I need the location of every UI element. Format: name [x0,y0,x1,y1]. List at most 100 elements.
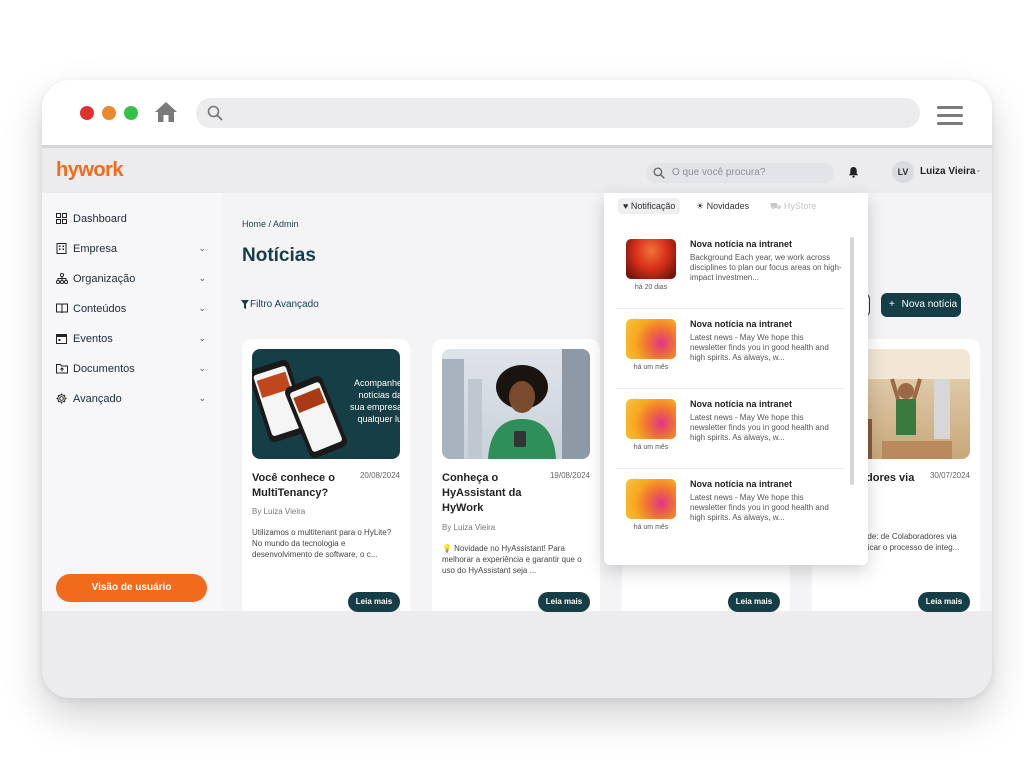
notification-title: Nova notícia na intranet [690,399,793,409]
read-more-button[interactable]: Leia mais [538,592,590,612]
news-card-date: 20/08/2024 [359,471,400,480]
sidebar-item-empresa[interactable]: Empresa ⌄ [56,241,208,259]
notification-text: Latest news - May We hope this newslette… [690,493,829,522]
sidebar-item-avancado[interactable]: Avançado ⌄ [56,391,208,409]
logo: hywork [56,159,124,181]
read-more-button[interactable]: Leia mais [728,592,780,612]
dashboard-icon [56,213,67,224]
app-window: hywork O que você procura? LV Luiza Viei… [42,151,992,612]
notification-scrollbar[interactable] [850,237,854,485]
notification-tabs: ♥ Notificação ☀ Novidades ⛟ HyStore [604,193,868,225]
chevron-down-icon: ⌄ [198,333,206,343]
sidebar-item-label: Avançado [73,393,122,405]
news-card-date: 30/07/2024 [929,471,970,480]
gear-icon [56,393,67,404]
app-header: hywork O que você procura? LV Luiza Viei… [42,151,992,193]
sidebar-item-label: Conteúdos [73,303,127,315]
home-icon[interactable] [154,100,178,124]
user-name[interactable]: Luiza Vieira [920,166,975,177]
chevron-down-icon: ⌄ [198,363,206,373]
notification-text: Background Each year, we work across dis… [690,253,842,282]
chevron-down-icon: ⌄ [198,273,206,283]
read-more-button[interactable]: Leia mais [348,592,400,612]
advanced-filter-button[interactable]: Filtro Avançado [241,299,319,310]
browser-window: hywork O que você procura? LV Luiza Viei… [42,80,992,698]
sidebar-item-conteudos[interactable]: Conteúdos ⌄ [56,301,208,319]
filter-icon [241,300,249,309]
building-icon [56,243,67,254]
menu-icon[interactable] [937,106,963,125]
sidebar-item-organizacao[interactable]: Organização ⌄ [56,271,208,289]
chevron-down-icon: ⌄ [198,243,206,253]
sidebar-item-dashboard[interactable]: Dashboard [56,211,208,229]
news-card-author: By Luiza Vieira [442,523,496,532]
news-card-image [442,349,590,459]
woman-with-phone-photo [442,349,590,459]
tab-label: HyStore [783,201,817,211]
tab-label: Novidades [706,201,750,211]
new-news-button[interactable]: + Nova notícia [881,293,961,317]
sidebar-item-label: Dashboard [73,213,127,225]
search-icon [207,105,223,121]
plus-icon: + [889,299,895,310]
news-card[interactable]: Acompanhe notícias da sua empresa qualqu… [242,339,410,612]
notification-dropdown: ♥ Notificação ☀ Novidades ⛟ HyStore há 2… [604,193,868,565]
tab-notificacao[interactable]: ♥ Notificação [618,198,681,214]
tab-novidades[interactable]: ☀ Novidades [696,201,749,217]
notification-thumbnail [626,319,676,359]
cart-icon: ⛟ [770,201,782,211]
book-icon [56,303,68,314]
maximize-window-button[interactable] [124,106,138,120]
search-placeholder: O que você procura? [672,167,766,178]
notification-thumbnail [626,239,676,279]
notification-thumbnail [626,399,676,439]
avatar[interactable]: LV [892,161,914,183]
sidebar-item-label: Organização [73,273,136,285]
notification-time: há um mês [633,524,669,531]
address-bar[interactable] [196,98,920,128]
chevron-down-icon: ⌄ [198,393,206,403]
notification-time: há um mês [633,444,669,451]
notification-item[interactable]: há um mês Nova notícia na intranet Lates… [616,473,844,549]
calendar-icon [56,334,67,344]
bell-icon[interactable] [848,166,859,178]
sidebar-item-label: Documentos [73,363,135,375]
heart-icon: ♥ [623,201,629,211]
tab-hystore[interactable]: ⛟ HyStore [770,201,816,217]
close-window-button[interactable] [80,106,94,120]
news-card-author: By Luiza Vieira [252,507,306,516]
notification-time: há 20 dias [634,284,668,291]
tab-label: Notificação [630,201,676,211]
browser-chrome [42,80,992,148]
chevron-down-icon[interactable]: ⌄ [975,165,982,174]
sidebar-item-documentos[interactable]: Documentos ⌄ [56,361,208,379]
sidebar-item-eventos[interactable]: Eventos ⌄ [56,331,208,349]
folder-icon [56,364,68,374]
read-more-button[interactable]: Leia mais [918,592,970,612]
news-card[interactable]: Conheça o HyAssistant da HyWork 19/08/20… [432,339,600,612]
notification-thumbnail [626,479,676,519]
lightbulb-icon: ☀ [696,201,705,211]
notification-text: Latest news - May We hope this newslette… [690,413,829,442]
news-card-title: Você conhece o MultiTenancy? [252,472,335,499]
notification-text: Latest news - May We hope this newslette… [690,333,829,362]
notification-time: há um mês [633,364,669,371]
notification-item[interactable]: há um mês Nova notícia na intranet Lates… [616,313,844,389]
new-news-label: Nova notícia [901,299,958,310]
notification-title: Nova notícia na intranet [690,239,793,249]
news-card-date: 19/08/2024 [549,471,590,480]
notification-title: Nova notícia na intranet [690,479,793,489]
sidebar: Dashboard Empresa ⌄ Organização ⌄ Conteú… [42,193,222,611]
search-input[interactable]: O que você procura? [646,163,834,183]
breadcrumb[interactable]: Home / Admin [242,219,299,229]
org-chart-icon [56,273,68,284]
sidebar-item-label: Empresa [73,243,118,255]
minimize-window-button[interactable] [102,106,116,120]
user-view-button[interactable]: Visão de usuário [56,574,207,602]
notification-title: Nova notícia na intranet [690,319,793,329]
news-card-title: Conheça o HyAssistant da HyWork [442,472,522,514]
notification-item[interactable]: há um mês Nova notícia na intranet Lates… [616,393,844,469]
search-icon [653,167,665,179]
notification-item[interactable]: há 20 dias Nova notícia na intranet Back… [616,233,844,309]
page-title: Notícias [242,245,316,266]
